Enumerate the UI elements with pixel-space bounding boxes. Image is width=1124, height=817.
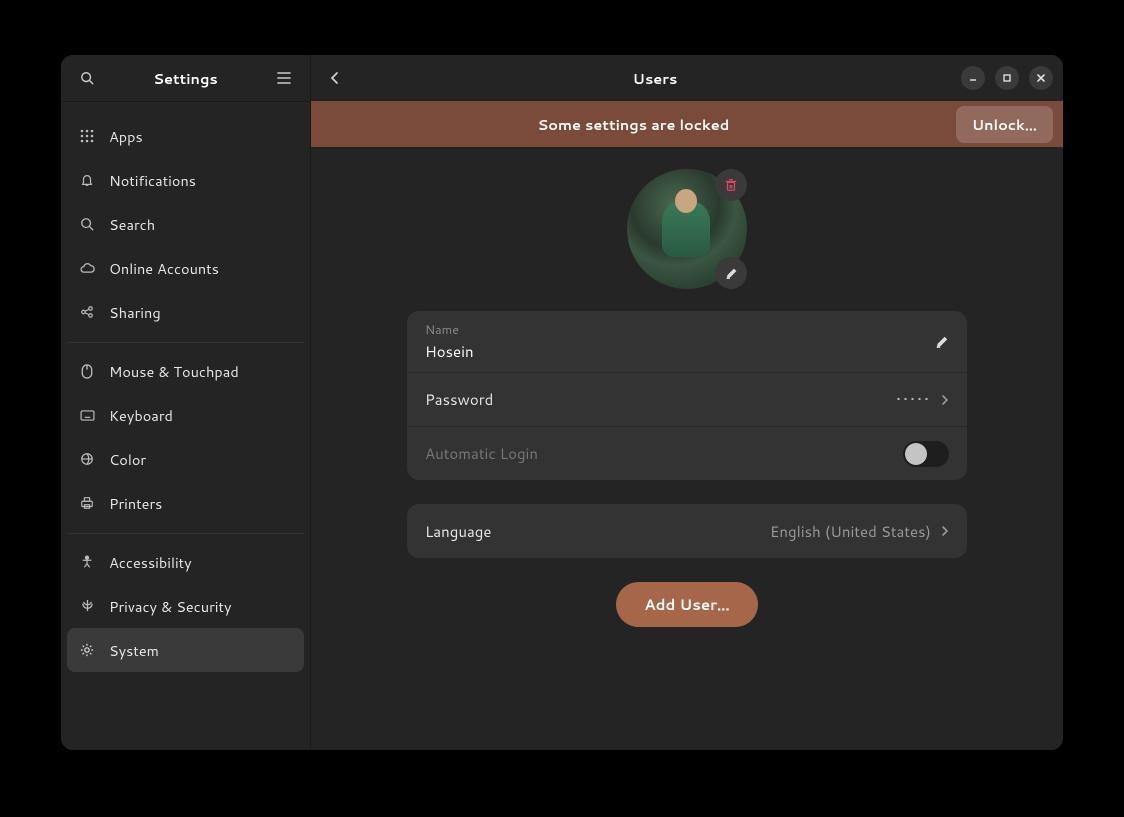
bell-icon xyxy=(79,172,95,188)
chevron-right-icon xyxy=(941,525,949,537)
sidebar-item-printers[interactable]: Printers xyxy=(67,481,304,525)
sidebar-item-label: Search xyxy=(109,214,155,235)
pencil-icon xyxy=(935,335,949,349)
delete-avatar-button[interactable] xyxy=(715,169,747,201)
language-group: Language English (United States) xyxy=(407,504,967,558)
sidebar-item-keyboard[interactable]: Keyboard xyxy=(67,393,304,437)
language-label: Language xyxy=(425,521,770,542)
avatar xyxy=(627,169,747,289)
gear-icon xyxy=(79,642,95,658)
sidebar-item-label: Keyboard xyxy=(109,405,173,426)
sidebar-item-label: Accessibility xyxy=(109,552,192,573)
name-label: Name xyxy=(425,321,949,339)
privacy-icon xyxy=(79,598,95,614)
sidebar-group: Accessibility Privacy & Security System xyxy=(67,533,304,678)
user-info-group: Name Hosein Password ••••• Automatic Log… xyxy=(407,311,967,480)
sidebar-item-label: Online Accounts xyxy=(109,258,219,279)
sidebar-item-color[interactable]: Color xyxy=(67,437,304,481)
search-icon xyxy=(79,216,95,232)
auto-login-toggle[interactable] xyxy=(903,441,949,467)
sidebar-item-label: Sharing xyxy=(109,302,161,323)
auto-login-label: Automatic Login xyxy=(425,443,903,464)
accessibility-icon xyxy=(79,554,95,570)
maximize-icon xyxy=(1002,73,1012,83)
sidebar-item-system[interactable]: System xyxy=(67,628,304,672)
sidebar-item-label: Mouse & Touchpad xyxy=(109,361,239,382)
cloud-icon xyxy=(79,260,95,276)
edit-name-icon xyxy=(935,335,949,349)
sidebar-item-sharing[interactable]: Sharing xyxy=(67,290,304,334)
password-mask: ••••• xyxy=(896,388,931,411)
pencil-icon xyxy=(725,267,738,280)
name-row[interactable]: Name Hosein xyxy=(407,311,967,372)
name-value: Hosein xyxy=(425,341,949,362)
back-button[interactable] xyxy=(321,64,349,92)
locked-banner: Some settings are locked Unlock… xyxy=(311,101,1063,147)
password-row[interactable]: Password ••••• xyxy=(407,372,967,426)
sidebar-item-label: Printers xyxy=(109,493,162,514)
main-panel: Users Some settings are locked Unlock… xyxy=(311,55,1063,750)
page-title: Users xyxy=(349,68,961,89)
sidebar-title: Settings xyxy=(99,68,272,89)
chevron-right-icon xyxy=(941,394,949,406)
password-label: Password xyxy=(425,389,896,410)
maximize-button[interactable] xyxy=(995,66,1019,90)
sidebar-item-label: Apps xyxy=(109,126,143,147)
window-controls xyxy=(961,66,1053,90)
edit-avatar-button[interactable] xyxy=(715,257,747,289)
sidebar-item-label: Privacy & Security xyxy=(109,596,231,617)
close-icon xyxy=(1036,73,1046,83)
sidebar-item-mouse[interactable]: Mouse & Touchpad xyxy=(67,349,304,393)
sidebar-search-button[interactable] xyxy=(75,66,99,90)
automatic-login-row: Automatic Login xyxy=(407,426,967,480)
banner-text: Some settings are locked xyxy=(311,114,956,135)
minimize-button[interactable] xyxy=(961,66,985,90)
sidebar-header: Settings xyxy=(61,55,310,101)
close-button[interactable] xyxy=(1029,66,1053,90)
sidebar-item-label: System xyxy=(109,640,159,661)
color-icon xyxy=(79,451,95,467)
sidebar-item-notifications[interactable]: Notifications xyxy=(67,158,304,202)
sidebar-item-apps[interactable]: Apps xyxy=(67,114,304,158)
share-icon xyxy=(79,304,95,320)
minimize-icon xyxy=(968,73,978,83)
printer-icon xyxy=(79,495,95,511)
search-icon xyxy=(80,71,94,85)
settings-window: Settings Apps Notifications Search xyxy=(61,55,1063,750)
sidebar-group: Mouse & Touchpad Keyboard Color Printers xyxy=(67,342,304,531)
sidebar-item-accessibility[interactable]: Accessibility xyxy=(67,540,304,584)
sidebar-item-label: Color xyxy=(109,449,146,470)
sidebar-item-privacy[interactable]: Privacy & Security xyxy=(67,584,304,628)
sidebar-item-label: Notifications xyxy=(109,170,196,191)
sidebar-item-search[interactable]: Search xyxy=(67,202,304,246)
hamburger-icon xyxy=(277,72,291,84)
add-user-button[interactable]: Add User… xyxy=(616,582,757,627)
language-value: English (United States) xyxy=(770,521,931,542)
toggle-knob xyxy=(905,443,927,465)
language-row[interactable]: Language English (United States) xyxy=(407,504,967,558)
sidebar-item-online-accounts[interactable]: Online Accounts xyxy=(67,246,304,290)
chevron-left-icon xyxy=(330,71,340,85)
main-header: Users xyxy=(311,55,1063,101)
sidebar-menu-button[interactable] xyxy=(272,66,296,90)
sidebar-list[interactable]: Apps Notifications Search Online Account… xyxy=(61,102,310,750)
content: Name Hosein Password ••••• Automatic Log… xyxy=(311,147,1063,750)
sidebar-group: Apps Notifications Search Online Account… xyxy=(67,108,304,340)
grid-icon xyxy=(79,128,95,144)
trash-icon xyxy=(724,178,738,192)
mouse-icon xyxy=(79,363,95,379)
keyboard-icon xyxy=(79,407,95,423)
sidebar: Settings Apps Notifications Search xyxy=(61,55,311,750)
unlock-button[interactable]: Unlock… xyxy=(956,106,1053,143)
